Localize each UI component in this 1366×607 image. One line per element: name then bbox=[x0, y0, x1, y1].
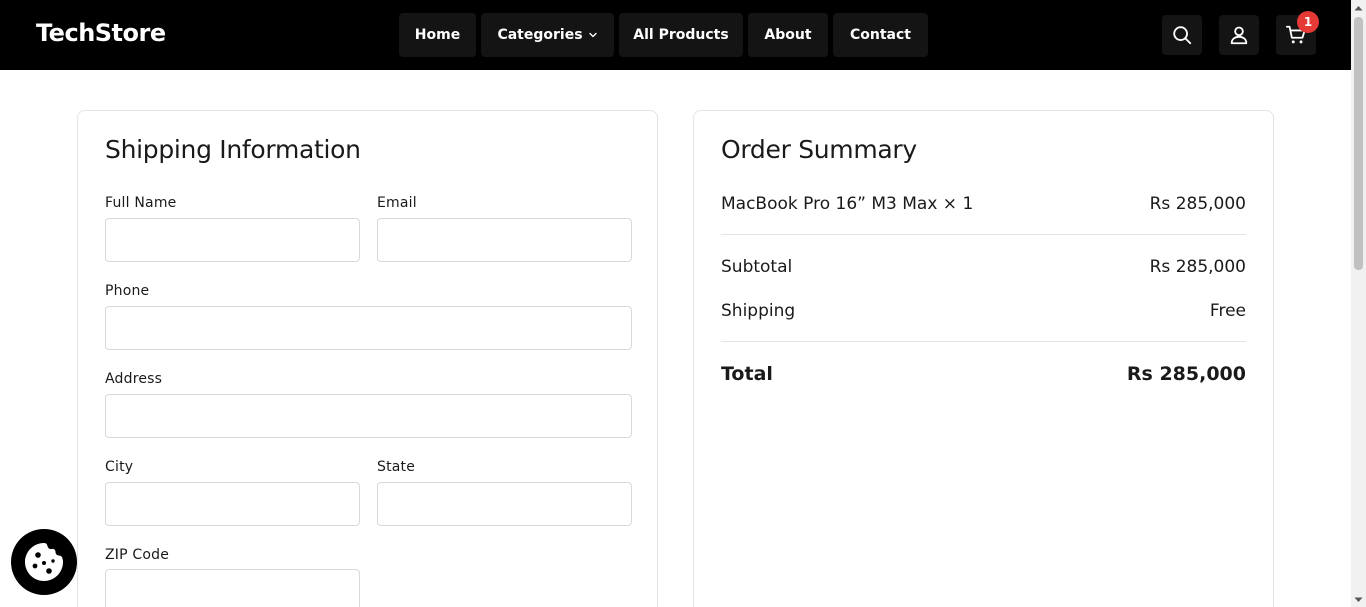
nav-home-label: Home bbox=[414, 27, 461, 43]
account-button[interactable] bbox=[1219, 15, 1259, 55]
shipping-cost-value: Free bbox=[1209, 301, 1246, 321]
order-item-price: Rs 285,000 bbox=[1149, 194, 1246, 214]
nav-all-products-label: All Products bbox=[633, 27, 729, 43]
nav-home[interactable]: Home bbox=[399, 13, 476, 57]
subtotal-value: Rs 285,000 bbox=[1149, 257, 1246, 277]
full-name-label: Full Name bbox=[105, 195, 177, 211]
city-field[interactable] bbox=[105, 482, 360, 526]
user-icon bbox=[1230, 26, 1248, 45]
nav-categories[interactable]: Categories bbox=[481, 13, 614, 57]
chevron-down-icon bbox=[588, 30, 598, 40]
state-field[interactable] bbox=[377, 482, 632, 526]
order-summary-card: Order Summary MacBook Pro 16” M3 Max × 1… bbox=[693, 110, 1274, 607]
total-label: Total bbox=[721, 363, 773, 385]
shipping-information-card: Shipping Information Full Name Email Pho… bbox=[77, 110, 658, 607]
subtotal-label: Subtotal bbox=[721, 257, 793, 277]
email-field[interactable] bbox=[377, 218, 632, 262]
nav-contact-label: Contact bbox=[850, 27, 911, 43]
top-nav-bar: TechStore Home Categories All Products A… bbox=[0, 0, 1351, 70]
brand-logo[interactable]: TechStore bbox=[36, 19, 166, 47]
search-icon bbox=[1173, 26, 1192, 45]
email-label: Email bbox=[377, 195, 417, 211]
scroll-up-arrow-icon[interactable] bbox=[1351, 0, 1366, 15]
scroll-down-arrow-icon[interactable] bbox=[1351, 592, 1366, 607]
main-nav: Home Categories All Products About Conta… bbox=[399, 13, 928, 57]
shipping-cost-label: Shipping bbox=[721, 301, 796, 321]
shipping-title: Shipping Information bbox=[105, 135, 361, 164]
address-field[interactable] bbox=[105, 394, 632, 438]
zip-code-field[interactable] bbox=[105, 569, 360, 607]
city-label: City bbox=[105, 459, 134, 475]
state-label: State bbox=[377, 459, 416, 475]
scrollbar-thumb[interactable] bbox=[1354, 17, 1363, 270]
divider bbox=[721, 341, 1246, 342]
cart-count-badge: 1 bbox=[1297, 11, 1319, 33]
order-summary-title: Order Summary bbox=[721, 135, 917, 164]
page-scrollbar[interactable] bbox=[1351, 0, 1366, 607]
nav-all-products[interactable]: All Products bbox=[619, 13, 743, 57]
search-button[interactable] bbox=[1162, 15, 1202, 55]
nav-about-label: About bbox=[764, 27, 812, 43]
phone-label: Phone bbox=[105, 283, 150, 299]
zip-code-label: ZIP Code bbox=[105, 547, 170, 563]
cookie-icon bbox=[25, 543, 63, 581]
full-name-field[interactable] bbox=[105, 218, 360, 262]
total-value: Rs 285,000 bbox=[1126, 363, 1246, 385]
phone-field[interactable] bbox=[105, 306, 632, 350]
address-label: Address bbox=[105, 371, 163, 387]
nav-contact[interactable]: Contact bbox=[833, 13, 928, 57]
order-item-name: MacBook Pro 16” M3 Max × 1 bbox=[721, 194, 974, 214]
divider bbox=[721, 234, 1246, 235]
nav-about[interactable]: About bbox=[748, 13, 828, 57]
checkout-page: TechStore Home Categories All Products A… bbox=[0, 0, 1366, 607]
nav-categories-label: Categories bbox=[497, 27, 583, 43]
cookie-settings-button[interactable] bbox=[11, 529, 77, 595]
